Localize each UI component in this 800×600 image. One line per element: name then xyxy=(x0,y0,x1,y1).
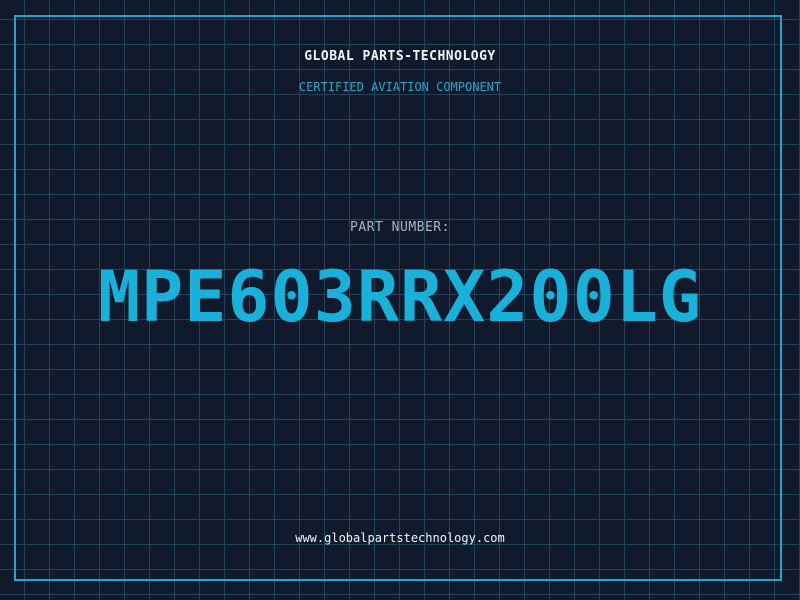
part-number-value: MPE603RRX200LG xyxy=(97,256,702,338)
part-number-label: PART NUMBER: xyxy=(350,220,450,235)
certification-subtitle: CERTIFIED AVIATION COMPONENT xyxy=(298,80,502,94)
label-canvas: GLOBAL PARTS-TECHNOLOGY CERTIFIED AVIATI… xyxy=(0,0,800,600)
company-name: GLOBAL PARTS-TECHNOLOGY xyxy=(304,49,496,64)
website-url: www.globalpartstechnology.com xyxy=(295,531,505,545)
